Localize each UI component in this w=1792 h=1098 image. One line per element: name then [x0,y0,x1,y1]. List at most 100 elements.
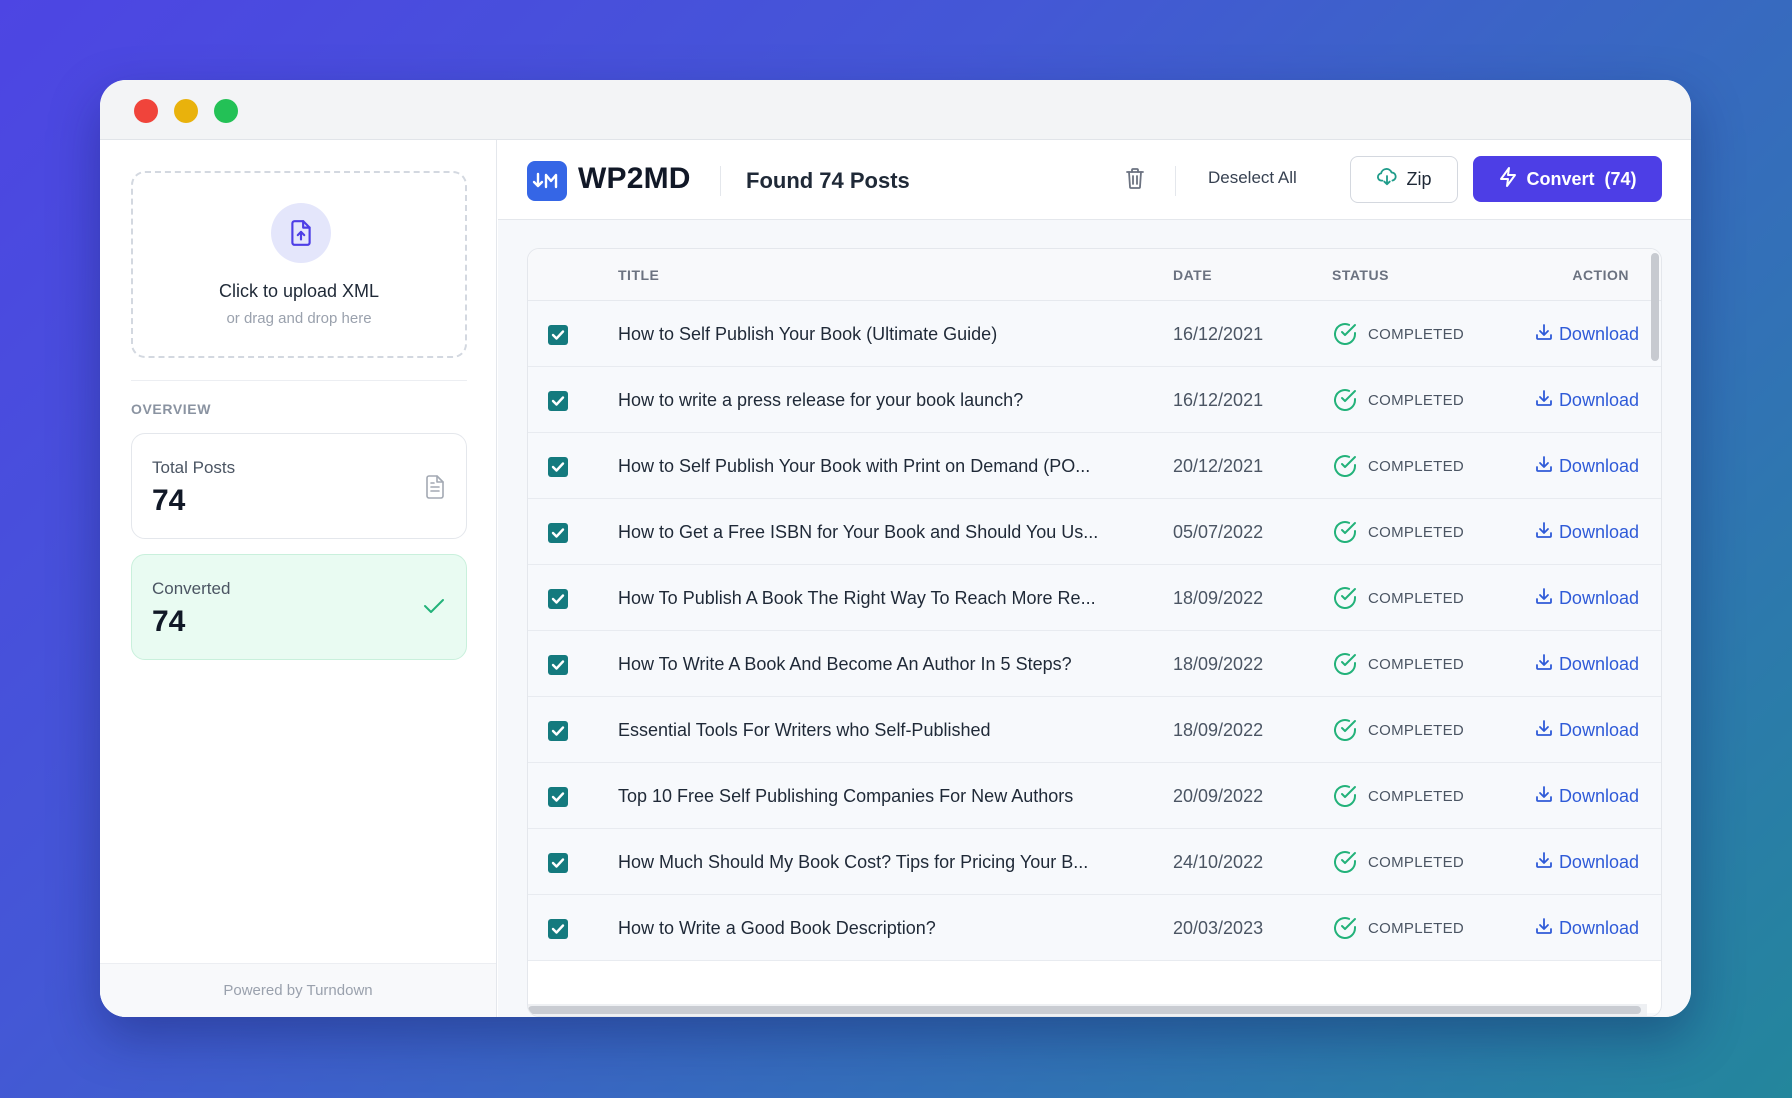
found-posts-title: Found 74 Posts [746,168,910,193]
column-title: TITLE [618,267,660,283]
row-status-text: COMPLETED [1368,391,1465,409]
row-checkbox[interactable] [548,523,568,543]
row-date: 16/12/2021 [1173,390,1264,410]
download-label: Download [1558,786,1639,806]
zip-button-label: Zip [1406,169,1432,189]
upload-dropzone[interactable]: Click to upload XML or drag and drop her… [131,171,467,358]
row-status-text: COMPLETED [1368,787,1465,805]
zip-button[interactable]: Zip [1350,156,1458,203]
horizontal-scrollbar[interactable] [528,1004,1647,1016]
download-label: Download [1558,588,1639,608]
download-icon [1535,785,1553,808]
row-title: How to Self Publish Your Book with Print… [618,456,1091,476]
row-checkbox[interactable] [548,721,568,741]
convert-button[interactable]: Convert (74) [1473,156,1662,202]
upload-title: Click to upload XML [218,281,380,301]
row-status: COMPLETED [1332,651,1464,677]
row-title: How to Get a Free ISBN for Your Book and… [618,522,1099,542]
row-status: COMPLETED [1332,783,1464,809]
total-posts-label: Total Posts [152,458,236,477]
row-checkbox[interactable] [548,655,568,675]
table-row[interactable]: How to Self Publish Your Book (Ultimate … [528,301,1661,367]
app-logo-icon [527,161,567,201]
table-row[interactable]: How to Self Publish Your Book with Print… [528,433,1661,499]
converted-label: Converted [152,579,231,598]
upload-subtitle: or drag and drop here [226,310,372,327]
maximize-window-button[interactable] [214,99,238,123]
row-checkbox[interactable] [548,589,568,609]
converted-card: Converted 74 [131,554,467,660]
row-checkbox[interactable] [548,919,568,939]
horizontal-scrollbar-thumb[interactable] [528,1006,1641,1014]
vertical-scrollbar-thumb[interactable] [1651,253,1659,361]
clear-button[interactable] [1121,166,1149,194]
toolbar: WP2MD Found 74 Posts Deselect All Zip Co… [498,140,1691,220]
table-row[interactable]: How To Write A Book And Become An Author… [528,631,1661,697]
row-title: How to Write a Good Book Description? [618,918,936,938]
title-bar [100,80,1691,140]
download-button[interactable]: Download [1535,653,1639,676]
row-title: Top 10 Free Self Publishing Companies Fo… [618,786,1074,806]
download-button[interactable]: Download [1535,917,1639,940]
table-row[interactable]: How to Write a Good Book Description? 20… [528,895,1661,961]
check-circle-icon [1332,453,1358,479]
download-icon [1535,389,1553,412]
download-icon [1535,719,1553,742]
trash-icon [1124,166,1146,195]
check-icon [422,595,446,622]
row-status-text: COMPLETED [1368,919,1465,937]
check-circle-icon [1332,585,1358,611]
check-circle-icon [1332,915,1358,941]
download-button[interactable]: Download [1535,719,1639,742]
download-icon [1535,653,1553,676]
lightning-icon [1498,166,1518,193]
row-checkbox[interactable] [548,853,568,873]
download-button[interactable]: Download [1535,521,1639,544]
total-posts-card: Total Posts 74 [131,433,467,539]
download-label: Download [1558,720,1639,740]
app-brand: WP2MD [578,162,691,195]
column-status: STATUS [1332,267,1389,283]
deselect-all-button[interactable]: Deselect All [1208,168,1297,188]
header-divider [720,166,721,196]
sidebar-divider [131,380,467,381]
download-icon [1535,587,1553,610]
cloud-download-icon [1376,167,1398,192]
row-status-text: COMPLETED [1368,325,1465,343]
row-status-text: COMPLETED [1368,655,1465,673]
download-label: Download [1558,654,1639,674]
download-label: Download [1558,324,1639,344]
download-button[interactable]: Download [1535,389,1639,412]
download-button[interactable]: Download [1535,851,1639,874]
table-row[interactable]: How to Get a Free ISBN for Your Book and… [528,499,1661,565]
row-date: 18/09/2022 [1173,720,1264,740]
minimize-window-button[interactable] [174,99,198,123]
table-row[interactable]: Top 10 Free Self Publishing Companies Fo… [528,763,1661,829]
download-button[interactable]: Download [1535,455,1639,478]
row-status: COMPLETED [1332,321,1464,347]
download-button[interactable]: Download [1535,587,1639,610]
vertical-scrollbar[interactable] [1647,249,1661,1004]
row-checkbox[interactable] [548,325,568,345]
column-action: ACTION [1572,267,1629,283]
check-circle-icon [1332,849,1358,875]
table-row[interactable]: How To Publish A Book The Right Way To R… [528,565,1661,631]
row-title: How to write a press release for your bo… [618,390,1024,410]
table-row[interactable]: How Much Should My Book Cost? Tips for P… [528,829,1661,895]
download-button[interactable]: Download [1535,785,1639,808]
download-icon [1535,917,1553,940]
row-checkbox[interactable] [548,457,568,477]
posts-table: TITLE DATE STATUS ACTION How to Self Pub… [527,248,1662,1017]
file-upload-icon [271,203,331,263]
row-checkbox[interactable] [548,391,568,411]
row-checkbox[interactable] [548,787,568,807]
check-circle-icon [1332,783,1358,809]
table-row[interactable]: How to write a press release for your bo… [528,367,1661,433]
table-row[interactable]: Essential Tools For Writers who Self-Pub… [528,697,1661,763]
download-button[interactable]: Download [1535,323,1639,346]
row-status-text: COMPLETED [1368,523,1465,541]
row-status: COMPLETED [1332,519,1464,545]
overview-heading: OVERVIEW [131,401,212,417]
close-window-button[interactable] [134,99,158,123]
row-date: 20/09/2022 [1173,786,1264,806]
